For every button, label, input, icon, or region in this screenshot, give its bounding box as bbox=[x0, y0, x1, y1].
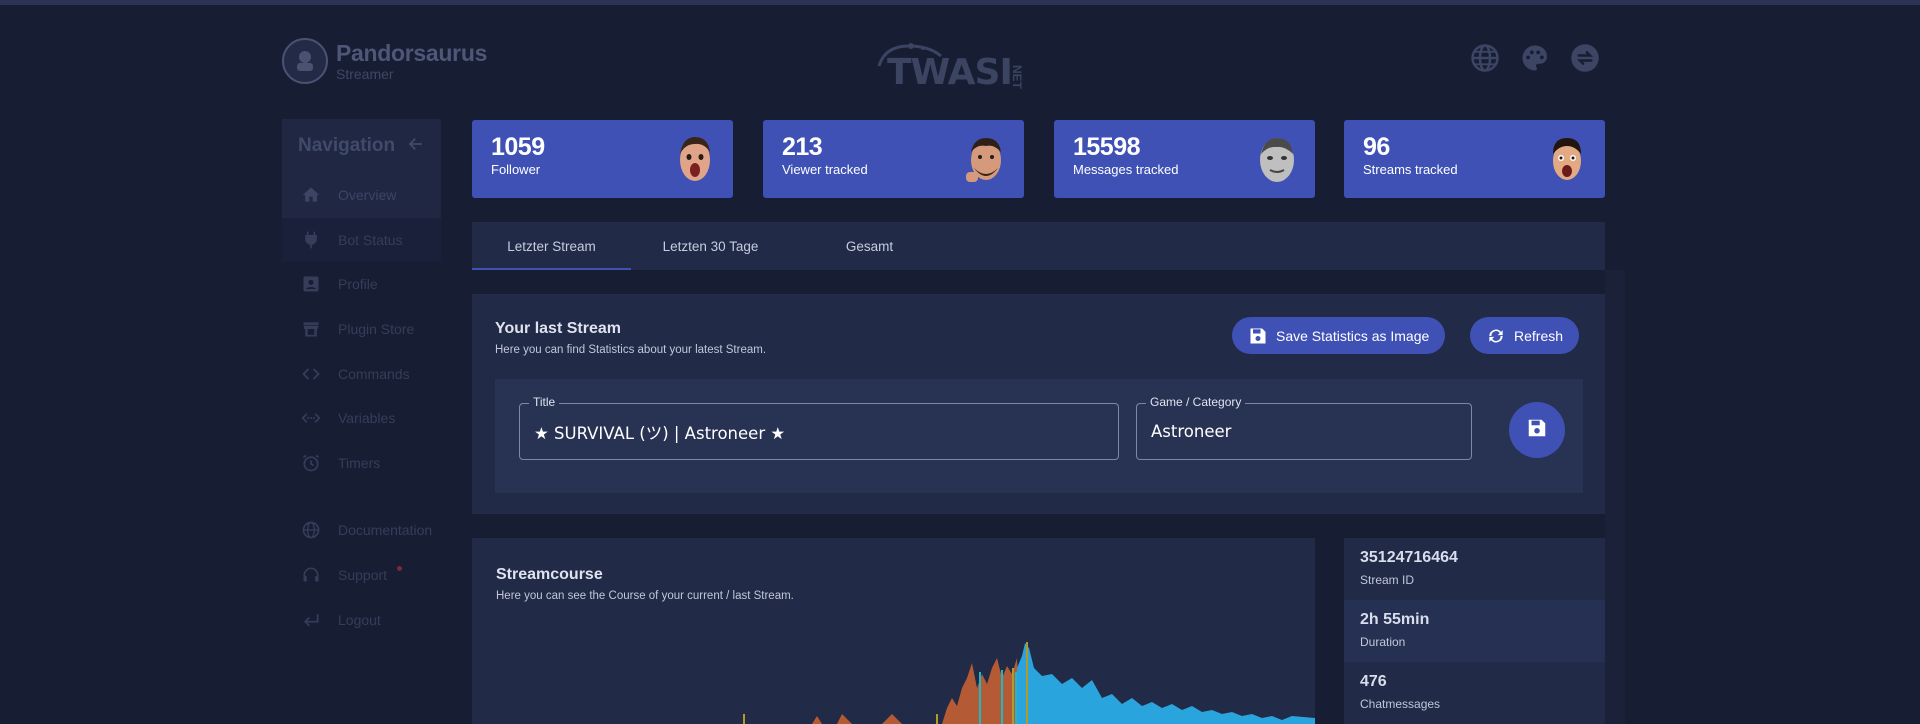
notification-dot bbox=[397, 565, 403, 571]
chart-area-blue bbox=[1017, 643, 1315, 724]
dinosaur-icon bbox=[297, 51, 313, 71]
sidebar: Navigation Overview Bot Status Profile P… bbox=[282, 119, 441, 639]
emote-thinking-icon bbox=[966, 138, 1001, 182]
code-dots-icon bbox=[300, 407, 322, 429]
sidebar-item-timers[interactable]: Timers bbox=[282, 441, 441, 486]
title-field-label: Title bbox=[529, 395, 560, 409]
language-globe-icon[interactable] bbox=[1469, 42, 1501, 74]
info-value: 2h 55min bbox=[1360, 611, 1430, 628]
refresh-button[interactable]: Refresh bbox=[1470, 317, 1580, 354]
tab-letzten-30-tage[interactable]: Letzten 30 Tage bbox=[631, 222, 790, 270]
user-brand[interactable]: Pandorsaurus Streamer bbox=[282, 38, 487, 84]
info-label: Stream ID bbox=[1360, 573, 1415, 587]
top-border bbox=[0, 0, 1920, 5]
sidebar-item-documentation[interactable]: Documentation bbox=[282, 508, 441, 553]
emote-pogchamp-icon bbox=[1553, 138, 1581, 180]
panel-subtitle: Here you can find Statistics about your … bbox=[495, 344, 767, 356]
tab-gesamt[interactable]: Gesamt bbox=[790, 222, 949, 270]
stats-tabs: Letzter Stream Letzten 30 Tage Gesamt bbox=[472, 222, 1605, 270]
streamcourse-chart bbox=[743, 642, 1315, 724]
sidebar-item-variables[interactable]: Variables bbox=[282, 396, 441, 441]
sidebar-item-label: Profile bbox=[338, 276, 378, 293]
nav-title: Navigation bbox=[298, 135, 396, 156]
swap-icon[interactable] bbox=[1569, 42, 1601, 74]
sidebar-item-label: Plugin Store bbox=[338, 321, 415, 338]
title-field[interactable]: Title bbox=[519, 395, 1119, 460]
twasi-logo[interactable]: TWASI NET bbox=[873, 38, 1024, 94]
info-value: 35124716464 bbox=[1360, 549, 1458, 566]
stream-edit-form: Title Game / Category bbox=[495, 379, 1583, 493]
info-value: 476 bbox=[1360, 673, 1387, 690]
info-duration: 2h 55min Duration bbox=[1344, 600, 1605, 662]
sidebar-item-label: Logout bbox=[338, 611, 381, 628]
chart-area-orange bbox=[812, 658, 1020, 724]
info-chatmessages: 476 Chatmessages bbox=[1344, 662, 1605, 724]
floppy-disk-icon bbox=[1526, 417, 1548, 444]
sidebar-item-commands[interactable]: Commands bbox=[282, 351, 441, 396]
sidebar-item-label: Documentation bbox=[338, 522, 433, 539]
streamcourse-panel: Streamcourse Here you can see the Course… bbox=[472, 538, 1315, 724]
globe-icon bbox=[300, 519, 322, 541]
stat-card-streams: 96 Streams tracked bbox=[1344, 120, 1605, 198]
sidebar-item-label: Commands bbox=[338, 365, 410, 382]
sidebar-item-plugin-store[interactable]: Plugin Store bbox=[282, 307, 441, 352]
save-statistics-image-button[interactable]: Save Statistics as Image bbox=[1232, 317, 1446, 354]
save-stream-info-button[interactable] bbox=[1509, 402, 1565, 458]
save-statistics-label: Save Statistics as Image bbox=[1276, 327, 1430, 344]
sidebar-item-support[interactable]: Support bbox=[282, 553, 441, 598]
stat-card-viewer: 213 Viewer tracked bbox=[763, 120, 1024, 198]
tab-letzter-stream[interactable]: Letzter Stream bbox=[472, 222, 631, 270]
info-label: Chatmessages bbox=[1360, 697, 1441, 711]
info-label: Duration bbox=[1360, 635, 1406, 649]
plug-icon bbox=[300, 229, 322, 251]
user-role: Streamer bbox=[336, 65, 394, 82]
scroll-gutter bbox=[1605, 270, 1625, 724]
panel-title: Your last Stream bbox=[495, 320, 621, 337]
logout-icon bbox=[300, 609, 322, 631]
floppy-disk-icon bbox=[1248, 326, 1268, 346]
code-icon bbox=[300, 363, 322, 385]
logo-text: TWASI bbox=[887, 52, 1013, 93]
last-stream-panel: Your last Stream Here you can find Stati… bbox=[472, 294, 1605, 514]
refresh-icon bbox=[1486, 326, 1506, 346]
logo-suffix: NET bbox=[1010, 65, 1024, 89]
game-field-label: Game / Category bbox=[1146, 395, 1246, 409]
sidebar-item-label: Timers bbox=[338, 454, 381, 471]
stream-info-list: 35124716464 Stream ID 2h 55min Duration … bbox=[1344, 538, 1605, 724]
sidebar-item-logout[interactable]: Logout bbox=[282, 597, 441, 642]
sidebar-item-label: Overview bbox=[338, 187, 397, 204]
sidebar-item-label: Bot Status bbox=[338, 231, 403, 248]
avatar bbox=[282, 38, 328, 84]
user-name: Pandorsaurus bbox=[336, 39, 488, 66]
sidebar-item-overview[interactable]: Overview bbox=[282, 173, 441, 218]
emote-surprised-icon bbox=[680, 137, 710, 181]
game-category-field[interactable]: Game / Category bbox=[1136, 395, 1472, 460]
alarm-icon bbox=[300, 452, 322, 474]
sidebar-item-bot-status[interactable]: Bot Status bbox=[282, 217, 441, 263]
account-box-icon bbox=[300, 273, 322, 295]
sidebar-item-label: Variables bbox=[338, 410, 396, 427]
home-icon bbox=[300, 184, 322, 206]
title-input[interactable] bbox=[520, 404, 1118, 459]
arrow-left-icon[interactable] bbox=[407, 135, 425, 158]
info-stream-id: 35124716464 Stream ID bbox=[1344, 538, 1605, 600]
game-category-input[interactable] bbox=[1137, 404, 1471, 459]
nav-header: Navigation bbox=[282, 119, 441, 173]
store-icon bbox=[300, 318, 322, 340]
refresh-label: Refresh bbox=[1514, 327, 1564, 344]
sidebar-item-profile[interactable]: Profile bbox=[282, 262, 441, 307]
sidebar-item-label: Support bbox=[338, 567, 388, 584]
stat-card-messages: 15598 Messages tracked bbox=[1054, 120, 1315, 198]
headset-icon bbox=[300, 564, 322, 586]
emote-kappa-icon bbox=[1260, 138, 1294, 182]
stat-card-follower: 1059 Follower bbox=[472, 120, 733, 198]
palette-icon[interactable] bbox=[1519, 42, 1551, 74]
